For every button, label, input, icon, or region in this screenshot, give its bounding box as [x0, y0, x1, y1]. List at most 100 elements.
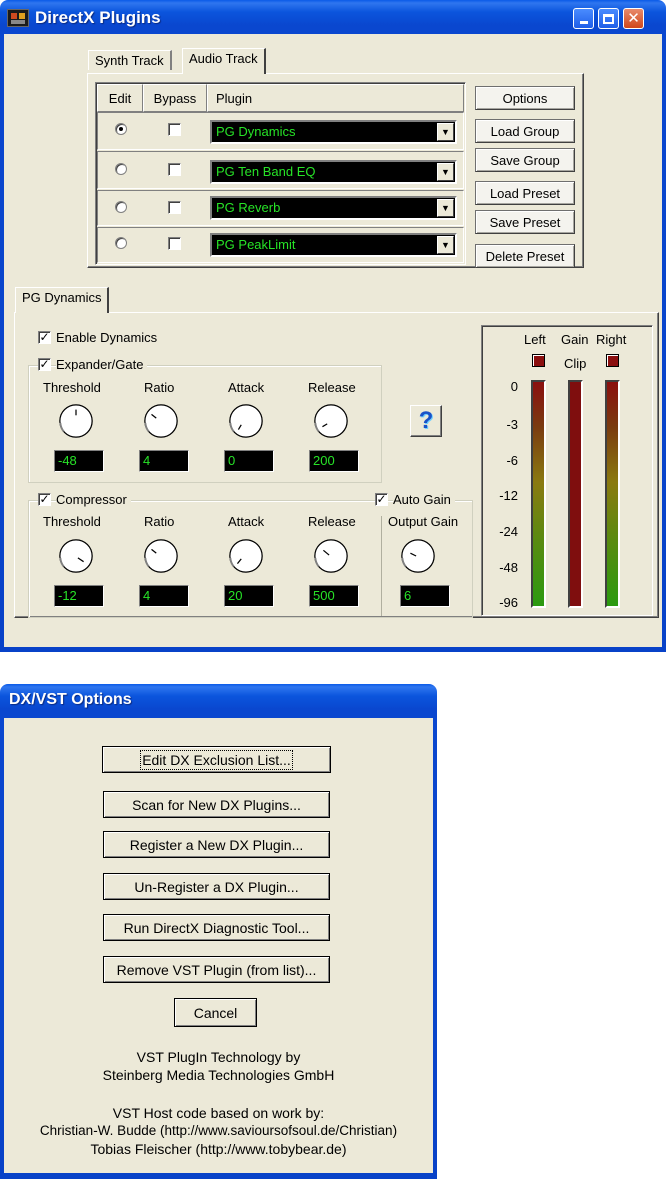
plugin-select-4[interactable]: PG PeakLimit ▼	[210, 233, 457, 257]
help-icon[interactable]: ?	[410, 405, 442, 437]
meter-clip-label: Clip	[564, 356, 587, 371]
tab-audio-track[interactable]: Audio Track	[182, 48, 266, 74]
bypass-checkbox-1[interactable]	[168, 123, 181, 136]
output-gain-divider	[381, 516, 382, 616]
enable-dynamics-label: Enable Dynamics	[56, 330, 158, 345]
edit-dx-exclusion-list-button[interactable]: Edit DX Exclusion List...	[102, 746, 331, 773]
output-gain-value[interactable]: 6	[400, 585, 450, 607]
maximize-icon[interactable]	[598, 8, 619, 29]
expander-release-label: Release	[308, 380, 356, 395]
knob-icon[interactable]	[57, 537, 95, 575]
right-clip-indicator	[606, 354, 619, 367]
right-level-meter	[605, 380, 620, 608]
tab-pg-dynamics[interactable]: PG Dynamics	[15, 287, 110, 313]
edit-radio-3[interactable]	[115, 201, 127, 213]
knob-icon[interactable]	[227, 537, 265, 575]
meter-scale-label: -12	[499, 488, 518, 503]
knob-icon[interactable]	[312, 537, 350, 575]
expander-attack-value[interactable]: 0	[224, 450, 274, 472]
knob-icon[interactable]	[227, 402, 265, 440]
window-title: DirectX Plugins	[35, 8, 161, 27]
auto-gain-checkbox[interactable]: ✓	[375, 493, 388, 506]
compressor-attack-value[interactable]: 20	[224, 585, 274, 607]
save-preset-button[interactable]: Save Preset	[475, 210, 575, 234]
register-new-dx-plugin-button[interactable]: Register a New DX Plugin...	[103, 831, 330, 858]
expander-ratio-label: Ratio	[144, 380, 175, 395]
auto-gain-label: Auto Gain	[393, 492, 455, 507]
compressor-attack-label: Attack	[228, 514, 265, 529]
compressor-threshold-value[interactable]: -12	[54, 585, 104, 607]
meter-scale-label: -24	[499, 524, 518, 539]
header-edit: Edit	[97, 84, 143, 112]
delete-preset-button[interactable]: Delete Preset	[475, 244, 575, 268]
options-client-area: Edit DX Exclusion List... Scan for New D…	[4, 718, 433, 1173]
remove-vst-plugin-button[interactable]: Remove VST Plugin (from list)...	[103, 956, 330, 983]
dropdown-arrow-icon[interactable]: ▼	[437, 163, 454, 181]
save-group-button[interactable]: Save Group	[475, 148, 575, 172]
credit-line: VST PlugIn Technology by	[136, 1049, 301, 1065]
edit-radio-4[interactable]	[115, 237, 127, 249]
expander-ratio-value[interactable]: 4	[139, 450, 189, 472]
load-preset-button[interactable]: Load Preset	[475, 181, 575, 205]
bypass-checkbox-2[interactable]	[168, 163, 181, 176]
compressor-ratio-value[interactable]: 4	[139, 585, 189, 607]
meter-scale-label: 0	[510, 379, 518, 394]
checkmark-icon: ✓	[39, 330, 50, 344]
dropdown-arrow-icon[interactable]: ▼	[437, 123, 454, 141]
tab-synth-track[interactable]: Synth Track	[88, 50, 172, 70]
checkmark-icon: ✓	[39, 357, 50, 371]
scan-for-new-dx-plugins-button[interactable]: Scan for New DX Plugins...	[103, 791, 330, 818]
credit-line: Tobias Fleischer (http://www.tobybear.de…	[90, 1141, 347, 1157]
minimize-icon[interactable]	[573, 8, 594, 29]
checkmark-icon: ✓	[39, 492, 50, 506]
knob-icon[interactable]	[142, 402, 180, 440]
expander-threshold-label: Threshold	[43, 380, 101, 395]
knob-icon[interactable]	[57, 402, 95, 440]
gain-reduction-meter	[568, 380, 583, 608]
bypass-checkbox-4[interactable]	[168, 237, 181, 250]
left-level-meter	[531, 380, 546, 608]
header-plugin: Plugin	[207, 84, 464, 112]
compressor-release-label: Release	[308, 514, 356, 529]
edit-radio-2[interactable]	[115, 163, 127, 175]
app-icon	[7, 9, 29, 27]
expander-threshold-value[interactable]: -48	[54, 450, 104, 472]
meter-scale-label: -48	[499, 560, 518, 575]
checkmark-icon: ✓	[376, 492, 387, 506]
credit-line: VST Host code based on work by:	[112, 1105, 325, 1121]
dropdown-arrow-icon[interactable]: ▼	[437, 236, 454, 254]
knob-icon[interactable]	[399, 537, 437, 575]
plugin-select-1[interactable]: PG Dynamics ▼	[210, 120, 457, 144]
run-directx-diagnostic-button[interactable]: Run DirectX Diagnostic Tool...	[103, 914, 330, 941]
directx-client-area: Synth Track Audio Track Edit Bypass Plug…	[4, 34, 662, 647]
meter-left-label: Left	[524, 332, 546, 347]
unregister-dx-plugin-button[interactable]: Un-Register a DX Plugin...	[103, 873, 330, 900]
meter-scale-label: -6	[506, 453, 518, 468]
meter-gain-label: Gain	[561, 332, 589, 347]
dropdown-arrow-icon[interactable]: ▼	[437, 199, 454, 217]
compressor-label: Compressor	[56, 492, 131, 507]
compressor-checkbox[interactable]: ✓	[38, 493, 51, 506]
meter-right-label: Right	[596, 332, 627, 347]
left-clip-indicator	[532, 354, 545, 367]
directx-plugins-window: DirectX Plugins ✕ Synth Track Audio Trac…	[0, 0, 666, 652]
expander-attack-label: Attack	[228, 380, 265, 395]
enable-dynamics-checkbox[interactable]: ✓	[38, 331, 51, 344]
load-group-button[interactable]: Load Group	[475, 119, 575, 143]
options-window-title: DX/VST Options	[9, 691, 132, 708]
knob-icon[interactable]	[142, 537, 180, 575]
bypass-checkbox-3[interactable]	[168, 201, 181, 214]
plugin-select-2[interactable]: PG Ten Band EQ ▼	[210, 160, 457, 184]
meter-scale-label: -3	[506, 417, 518, 432]
edit-radio-1[interactable]	[115, 123, 127, 135]
expander-label: Expander/Gate	[56, 357, 148, 372]
knob-icon[interactable]	[312, 402, 350, 440]
dx-vst-options-window: DX/VST Options Edit DX Exclusion List...…	[0, 684, 437, 1179]
options-button[interactable]: Options	[475, 86, 575, 110]
expander-checkbox[interactable]: ✓	[38, 358, 51, 371]
compressor-release-value[interactable]: 500	[309, 585, 359, 607]
plugin-select-3[interactable]: PG Reverb ▼	[210, 196, 457, 220]
cancel-button[interactable]: Cancel	[174, 998, 257, 1027]
close-icon[interactable]: ✕	[623, 8, 644, 29]
expander-release-value[interactable]: 200	[309, 450, 359, 472]
